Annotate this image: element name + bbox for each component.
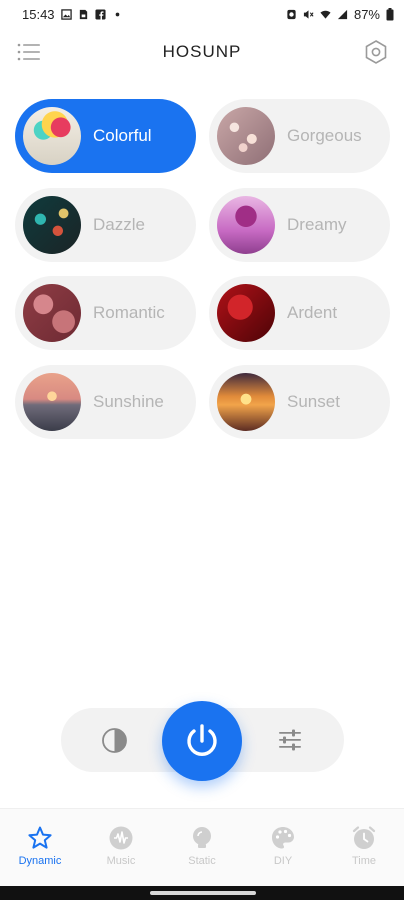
battery-percent: 87% — [353, 6, 380, 22]
tab-label: Static — [188, 855, 216, 867]
bulb-icon — [193, 827, 211, 848]
status-left: 15:43 — [22, 7, 123, 22]
status-time: 15:43 — [22, 6, 55, 22]
mode-label: Dazzle — [93, 215, 145, 234]
mode-thumbnail — [217, 284, 275, 342]
mode-thumbnail — [217, 196, 275, 254]
wifi-icon — [320, 10, 331, 19]
battery-icon — [386, 7, 394, 20]
app-header: HOSUNP — [0, 32, 404, 72]
tab-label: DIY — [273, 855, 293, 867]
power-button[interactable] — [162, 701, 242, 781]
dot-icon — [115, 12, 119, 16]
mode-label: Romantic — [93, 303, 165, 322]
mode-label: Ardent — [287, 303, 338, 322]
power-icon — [187, 724, 217, 756]
system-nav-bar — [0, 886, 404, 900]
mute-icon — [303, 9, 314, 19]
mode-label: Colorful — [93, 126, 152, 145]
tab-static[interactable]: Static — [162, 825, 242, 867]
alarm-icon — [287, 9, 296, 19]
signal-icon — [337, 9, 348, 19]
mode-thumbnail — [23, 107, 81, 165]
mode-colorful[interactable]: Colorful — [15, 99, 196, 173]
mode-sunshine[interactable]: Sunshine — [15, 365, 196, 439]
tab-dynamic[interactable]: Dynamic — [0, 825, 80, 867]
sliders-icon[interactable] — [277, 727, 303, 753]
mode-label: Dreamy — [287, 215, 347, 234]
facebook-icon — [95, 8, 106, 20]
bottom-tab-bar: Dynamic Music Static DIY Time — [0, 808, 404, 886]
status-right: 87% — [286, 7, 394, 22]
mode-thumbnail — [217, 107, 275, 165]
tab-music[interactable]: Music — [81, 825, 161, 867]
contrast-icon[interactable] — [101, 727, 128, 754]
mode-label: Sunshine — [93, 392, 164, 411]
image-icon — [60, 8, 72, 20]
mode-thumbnail — [23, 196, 81, 254]
mode-dazzle[interactable]: Dazzle — [15, 188, 196, 262]
mode-gorgeous[interactable]: Gorgeous — [209, 99, 390, 173]
status-bar: 15:43 87% — [0, 0, 404, 28]
mode-sunset[interactable]: Sunset — [209, 365, 390, 439]
mode-romantic[interactable]: Romantic — [15, 276, 196, 350]
palette-icon — [272, 827, 294, 849]
mode-dreamy[interactable]: Dreamy — [209, 188, 390, 262]
mode-ardent[interactable]: Ardent — [209, 276, 390, 350]
music-icon — [109, 826, 133, 850]
mode-label: Sunset — [287, 392, 340, 411]
mode-thumbnail — [23, 373, 81, 431]
clock-icon — [352, 826, 376, 849]
tab-diy[interactable]: DIY — [243, 825, 323, 867]
mode-thumbnail — [23, 284, 81, 342]
mode-label: Gorgeous — [287, 126, 362, 145]
app-title: HOSUNP — [162, 42, 242, 61]
sim-icon — [79, 9, 87, 19]
mode-thumbnail — [217, 373, 275, 431]
home-gesture-handle[interactable] — [150, 891, 256, 895]
tab-time[interactable]: Time — [324, 825, 404, 867]
tab-label: Dynamic — [18, 855, 62, 867]
star-icon — [28, 826, 52, 849]
tab-label: Music — [106, 855, 136, 867]
tab-label: Time — [351, 855, 377, 867]
hexagon-settings-icon[interactable] — [362, 38, 390, 66]
